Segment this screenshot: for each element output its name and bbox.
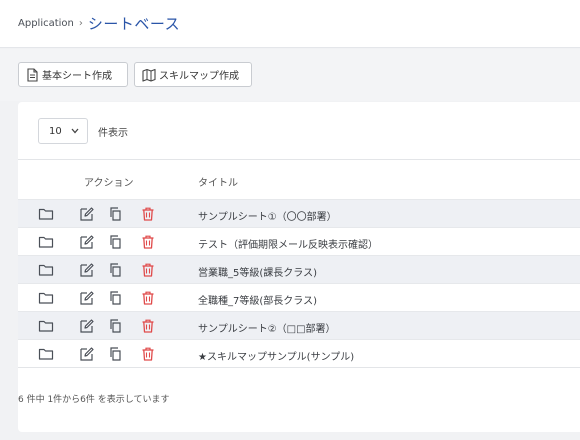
edit-icon[interactable] <box>79 262 95 278</box>
edit-icon[interactable] <box>79 206 95 222</box>
page-length-select[interactable]: 10 <box>38 118 88 144</box>
table-row: ★スキルマップサンプル(サンプル) <box>18 339 580 367</box>
delete-icon[interactable] <box>140 206 156 222</box>
page-header: Application › シートベース <box>0 0 580 48</box>
breadcrumb-separator: › <box>78 18 83 29</box>
table-row: サンプルシート①（〇〇部署） <box>18 199 580 227</box>
page-title: シートベース <box>87 15 181 33</box>
copy-icon[interactable] <box>108 318 124 334</box>
edit-icon[interactable] <box>79 234 95 250</box>
copy-icon[interactable] <box>108 346 124 362</box>
create-skillmap-label: スキルマップ作成 <box>159 71 239 82</box>
row-title[interactable]: 全職種_7等級(部長クラス) <box>198 292 317 307</box>
chevron-down-icon <box>71 128 79 134</box>
table-row: 営業職_5等級(課長クラス) <box>18 255 580 283</box>
table-top-divider <box>18 159 580 160</box>
folder-icon[interactable] <box>38 234 54 250</box>
delete-icon[interactable] <box>140 346 156 362</box>
table-row: サンプルシート②（□□部署） <box>18 311 580 339</box>
page-length-label: 件表示 <box>98 128 128 139</box>
folder-icon[interactable] <box>38 262 54 278</box>
edit-icon[interactable] <box>79 318 95 334</box>
edit-icon[interactable] <box>79 346 95 362</box>
copy-icon[interactable] <box>108 262 124 278</box>
column-header-title: タイトル <box>198 178 238 189</box>
create-basic-sheet-label: 基本シート作成 <box>42 71 112 82</box>
breadcrumb-app-link[interactable]: Application <box>18 18 74 29</box>
column-header-action: アクション <box>84 178 134 189</box>
row-title[interactable]: サンプルシート①（〇〇部署） <box>198 208 337 223</box>
folder-icon[interactable] <box>38 318 54 334</box>
row-title[interactable]: サンプルシート②（□□部署） <box>198 320 336 335</box>
table-info: 6 件中 1件から6件 を表示しています <box>18 395 170 405</box>
copy-icon[interactable] <box>108 206 124 222</box>
sheet-list-card: 10 件表示 アクション タイトル サンプルシート①（〇〇部署） テスト（評価期限… <box>18 102 580 432</box>
edit-icon[interactable] <box>79 290 95 306</box>
folder-icon[interactable] <box>38 290 54 306</box>
delete-icon[interactable] <box>140 290 156 306</box>
map-icon <box>142 68 156 82</box>
delete-icon[interactable] <box>140 234 156 250</box>
copy-icon[interactable] <box>108 290 124 306</box>
table-row: テスト（評価期限メール反映表示確認） <box>18 227 580 255</box>
toolbar: 基本シート作成 スキルマップ作成 <box>0 49 580 101</box>
delete-icon[interactable] <box>140 262 156 278</box>
create-basic-sheet-button[interactable]: 基本シート作成 <box>18 62 128 87</box>
folder-icon[interactable] <box>38 206 54 222</box>
table-bottom-divider <box>18 367 580 368</box>
table-row: 全職種_7等級(部長クラス) <box>18 283 580 311</box>
copy-icon[interactable] <box>108 234 124 250</box>
folder-icon[interactable] <box>38 346 54 362</box>
delete-icon[interactable] <box>140 318 156 334</box>
page-length-value: 10 <box>49 125 62 137</box>
create-skillmap-button[interactable]: スキルマップ作成 <box>134 62 252 87</box>
document-icon <box>27 67 38 82</box>
row-title[interactable]: ★スキルマップサンプル(サンプル) <box>198 348 354 363</box>
row-title[interactable]: 営業職_5等級(課長クラス) <box>198 264 317 279</box>
row-title[interactable]: テスト（評価期限メール反映表示確認） <box>198 236 378 251</box>
